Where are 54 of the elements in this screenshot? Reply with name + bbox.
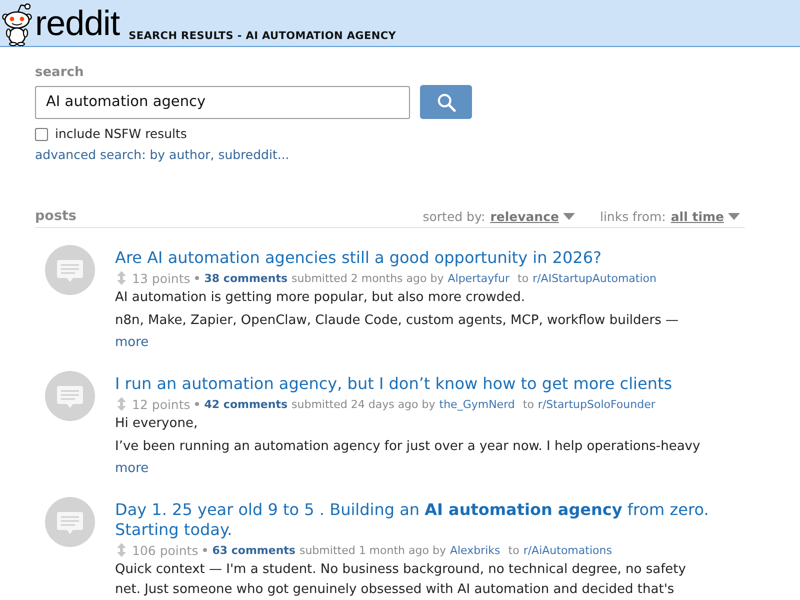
up-down-arrows-icon[interactable] [117, 543, 126, 557]
points-count: 12 points [132, 396, 190, 412]
nsfw-label[interactable]: include NSFW results [55, 126, 187, 142]
up-down-arrows-icon[interactable] [117, 271, 126, 285]
separator-dot-icon [195, 402, 200, 406]
search-button[interactable] [420, 85, 472, 119]
separator-dot-icon [195, 276, 200, 280]
author-link[interactable]: Alpertayfur [448, 272, 510, 284]
post-title-link[interactable]: I run an automation agency, but I don’t know how to get more clients [115, 374, 740, 394]
author-link[interactable]: Alexbriks [450, 544, 500, 556]
search-icon [436, 92, 456, 112]
search-field[interactable]: AI automation agency [35, 86, 410, 118]
subreddit-link[interactable]: r/AiAutomations [523, 544, 612, 556]
sort-label: sorted by: [422, 208, 486, 224]
advanced-search-link[interactable]: advanced search: by author, subreddit... [35, 147, 290, 163]
nsfw-checkbox[interactable] [35, 128, 48, 140]
up-down-arrows-icon[interactable] [117, 397, 126, 411]
post-excerpt: n8n, Make, Zapier, OpenClaw, Claude Code, custom agents, MCP, workflow builders — [115, 312, 680, 330]
speech-bubble-icon[interactable] [45, 497, 95, 547]
points-count: 13 points [132, 270, 190, 286]
to-text: to [522, 398, 534, 410]
post-title-link[interactable]: Are AI automation agencies still a good opportunity in 2026? [115, 248, 740, 268]
time-filter-label: links from: [600, 208, 666, 224]
comments-link[interactable]: 42 comments [204, 398, 288, 410]
more-link[interactable]: more [115, 333, 149, 353]
more-link[interactable]: more [115, 459, 149, 479]
post-excerpt: AI automation is getting more popular, but also more crowded. [115, 289, 526, 307]
speech-bubble-icon[interactable] [45, 371, 95, 421]
post-excerpt: Quick context — I'm a student. No business background, no technical degree, no safety net. Just someone who got genuinely obsessed with AI automation and decided that's [115, 561, 687, 599]
post-excerpt: Hi everyone, [115, 415, 199, 433]
separator-dot-icon [203, 548, 208, 552]
submitted-text: submitted 24 days ago by [292, 398, 436, 410]
author-link[interactable]: the_GymNerd [439, 398, 515, 410]
subreddit-link[interactable]: r/StartupSoloFounder [538, 398, 656, 410]
search-label: search [35, 65, 84, 81]
submitted-text: submitted 1 month ago by [299, 544, 446, 556]
logo-wordmark[interactable]: reddit [35, 6, 120, 42]
points-count: 106 points [132, 542, 198, 558]
page-title: SEARCH RESULTS - AI AUTOMATION AGENCY [128, 29, 396, 43]
to-text: to [508, 544, 520, 556]
alien-mascot-icon[interactable] [2, 2, 32, 46]
post-title-link[interactable]: Day 1. 25 year old 9 to 5 . Building an AI automation agency from zero. Starting today. [115, 500, 740, 540]
caret-icon [728, 212, 740, 220]
sort-dropdown[interactable]: relevance [490, 208, 575, 224]
comments-link[interactable]: 63 comments [212, 544, 296, 556]
speech-bubble-icon[interactable] [45, 245, 95, 295]
submitted-text: submitted 2 months ago by [292, 272, 444, 284]
section-title: posts [35, 208, 76, 224]
to-text: to [518, 272, 529, 284]
caret-icon [562, 212, 575, 220]
time-filter-dropdown[interactable]: all time [670, 208, 740, 224]
comments-link[interactable]: 38 comments [204, 272, 288, 284]
post-excerpt: I’ve been running an automation agency for just over a year now. I help operations-heavy [115, 438, 702, 456]
subreddit-link[interactable]: r/AIStartupAutomation [532, 272, 656, 284]
